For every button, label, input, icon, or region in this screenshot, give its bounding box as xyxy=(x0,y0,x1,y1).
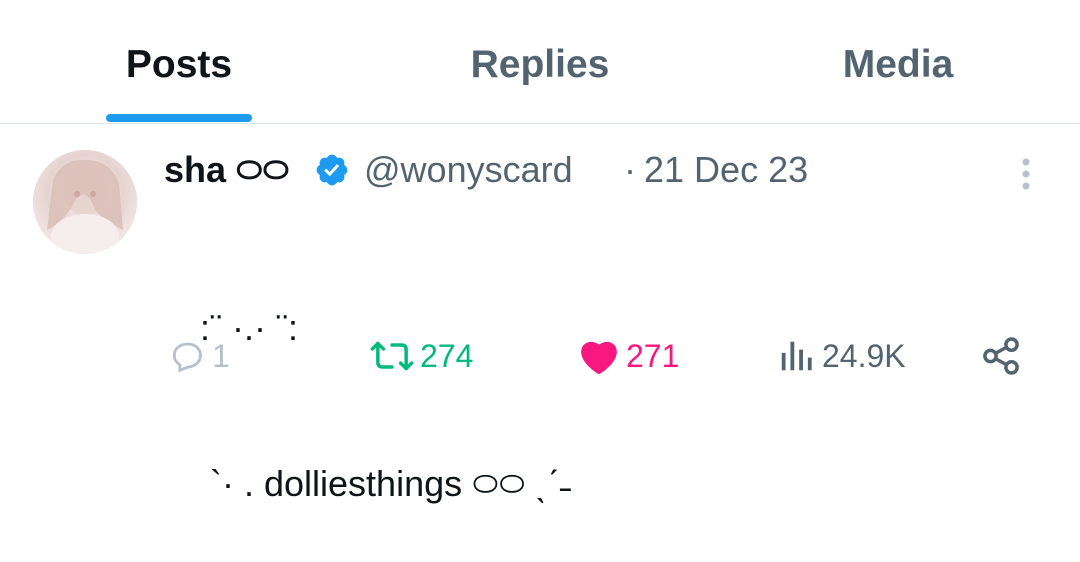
more-options-icon[interactable] xyxy=(1016,154,1036,194)
share-icon xyxy=(983,337,1019,375)
avatar-image xyxy=(33,150,137,254)
views-chart-icon xyxy=(781,341,812,371)
separator-dot: · xyxy=(624,149,636,190)
like-count: 271 xyxy=(626,337,680,374)
tab-posts[interactable]: Posts xyxy=(106,40,252,90)
reply-count: 1 xyxy=(212,337,230,374)
tab-replies[interactable]: Replies xyxy=(440,40,640,90)
share-button[interactable] xyxy=(980,330,1022,382)
active-tab-indicator xyxy=(106,114,252,122)
reply-button[interactable]: 1 xyxy=(168,330,230,382)
verified-badge-icon xyxy=(314,152,350,188)
repost-count: 274 xyxy=(420,337,474,374)
heart-icon xyxy=(581,341,617,375)
post-text-line-2: `· . dolliesthings ࿀࿀ ˎˊ˗ xyxy=(190,463,572,504)
post-actions: 1 274 271 24.9K xyxy=(0,330,1080,382)
display-name[interactable]: sha ࿀࿀ xyxy=(164,146,289,194)
tab-media[interactable]: Media xyxy=(818,40,978,90)
avatar[interactable] xyxy=(33,150,137,254)
views-count: 24.9K xyxy=(822,337,906,374)
user-handle[interactable]: @wonyscard xyxy=(364,146,573,194)
profile-tabs: Posts Replies Media xyxy=(0,0,1080,124)
repost-button[interactable]: 274 xyxy=(370,330,473,382)
like-button[interactable]: 271 xyxy=(578,330,679,382)
reply-icon xyxy=(172,342,202,373)
post-header: sha ࿀࿀ @wonyscard · 21 Dec 23 xyxy=(164,146,1024,194)
views-button[interactable]: 24.9K xyxy=(776,330,906,382)
repost-icon xyxy=(370,341,414,371)
post-timestamp[interactable]: 21 Dec 23 xyxy=(644,146,808,194)
